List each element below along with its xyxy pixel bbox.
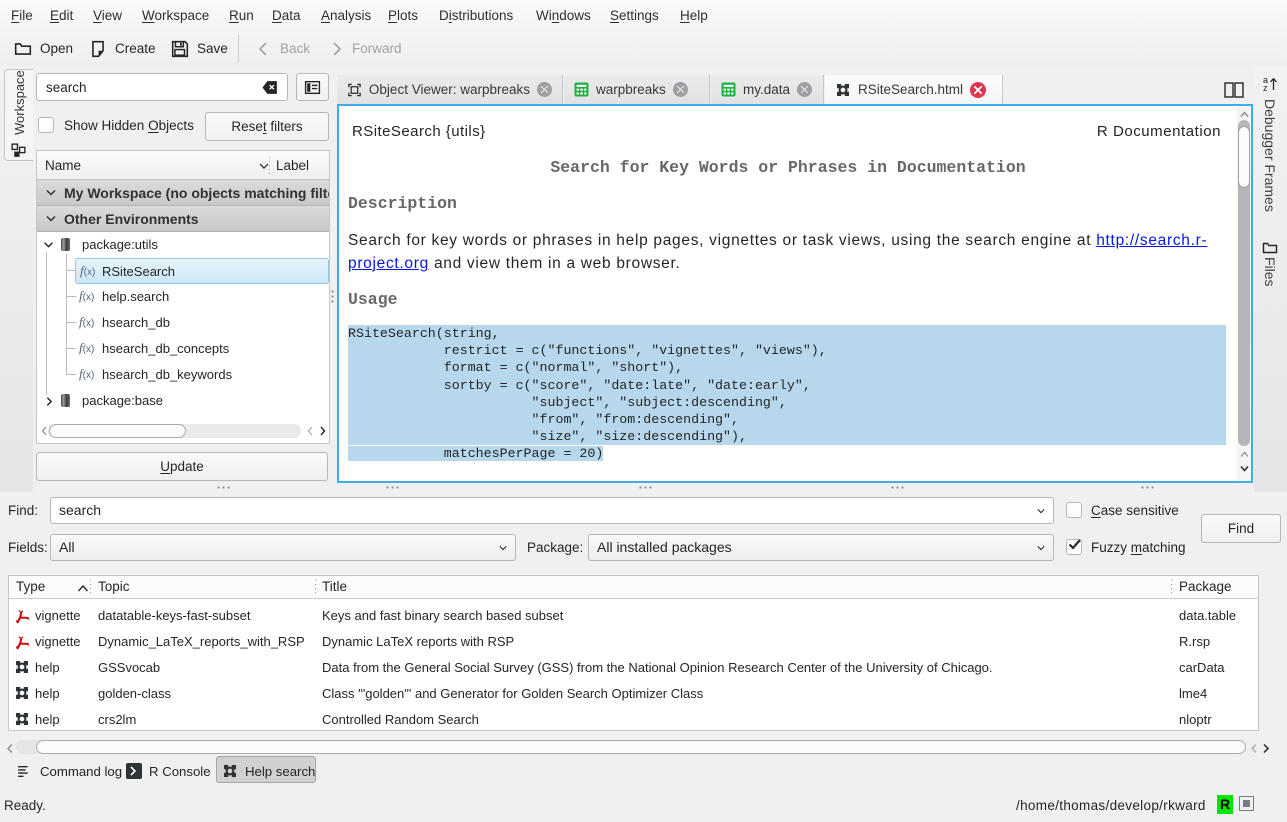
svg-text:z: z: [1263, 83, 1268, 92]
